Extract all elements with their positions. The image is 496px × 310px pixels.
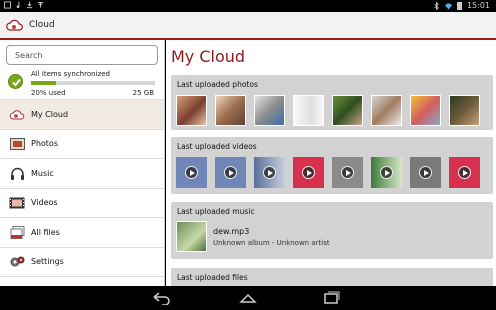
play-icon: [185, 166, 198, 179]
photo-icon: [9, 137, 25, 151]
system-nav-bar: [0, 286, 496, 310]
photo-thumbnail[interactable]: [254, 95, 285, 126]
sidebar-item-photos[interactable]: Photos: [0, 130, 164, 159]
section-header: Last uploaded videos: [177, 142, 257, 151]
photo-thumbnail[interactable]: [371, 95, 402, 126]
files-icon: [9, 225, 25, 239]
video-thumbnail[interactable]: [410, 157, 441, 188]
sidebar-item-my-cloud[interactable]: My Cloud: [0, 100, 164, 130]
app-bar: Cloud: [0, 12, 496, 40]
sidebar-item-music[interactable]: Music: [0, 159, 164, 189]
sidebar-item-label: Photos: [31, 139, 58, 149]
video-thumbnail[interactable]: [176, 157, 207, 188]
play-icon: [341, 166, 354, 179]
track-meta: Unknown album - Unknown artist: [213, 238, 330, 247]
recent-apps-icon[interactable]: [322, 291, 342, 305]
video-thumbnail[interactable]: [332, 157, 363, 188]
wifi-icon: [444, 2, 452, 9]
check-icon: [8, 74, 23, 89]
gears-icon: [9, 255, 25, 269]
status-bar: 15:01: [0, 0, 496, 12]
music-note-icon: [16, 1, 20, 9]
notification-icon: [4, 1, 11, 9]
sidebar-item-label: All files: [31, 227, 60, 237]
storage-progress-bar: [31, 81, 155, 85]
headphones-icon: [9, 166, 25, 180]
photo-thumbnail[interactable]: [410, 95, 441, 126]
photo-thumbnail[interactable]: [293, 95, 324, 126]
status-time: 15:01: [466, 1, 490, 10]
video-thumbnail[interactable]: [371, 157, 402, 188]
play-icon: [419, 166, 432, 179]
app-title: Cloud: [29, 20, 55, 30]
upload-icon: [37, 1, 44, 8]
videos-section[interactable]: Last uploaded videos: [171, 137, 493, 194]
storage-used: 20% used: [31, 89, 66, 97]
photo-thumbnail[interactable]: [449, 95, 480, 126]
music-item[interactable]: dew.mp3 Unknown album - Unknown artist: [171, 216, 493, 252]
play-icon: [302, 166, 315, 179]
files-section[interactable]: Last uploaded files: [171, 268, 493, 286]
video-thumbnail[interactable]: [215, 157, 246, 188]
film-icon: [9, 196, 25, 210]
photo-thumbnail[interactable]: [332, 95, 363, 126]
play-icon: [224, 166, 237, 179]
track-name: dew.mp3: [213, 226, 250, 236]
battery-icon: [456, 1, 462, 10]
sidebar-item-settings[interactable]: Settings: [0, 248, 164, 277]
search-input[interactable]: Search: [6, 45, 158, 65]
bluetooth-icon: [434, 1, 439, 10]
photos-section[interactable]: Last uploaded photos: [171, 75, 493, 130]
sidebar-item-label: My Cloud: [31, 109, 69, 119]
sync-status: All items synchronized 20% used 25 GB: [0, 69, 164, 100]
cloud-logo-icon[interactable]: [6, 18, 24, 32]
video-thumbnail[interactable]: [449, 157, 480, 188]
sync-text: All items synchronized: [31, 70, 110, 78]
cloud-icon: [9, 107, 25, 121]
video-thumbnail[interactable]: [293, 157, 324, 188]
sidebar-item-label: Videos: [31, 198, 58, 208]
storage-capacity: 25 GB: [132, 89, 154, 97]
download-icon: [26, 1, 33, 9]
home-icon[interactable]: [238, 291, 258, 305]
sidebar: Search All items synchronized 20% used 2…: [0, 40, 165, 286]
section-header: Last uploaded files: [177, 273, 248, 282]
album-art: [176, 221, 207, 252]
play-icon: [458, 166, 471, 179]
page-title: My Cloud: [171, 47, 246, 66]
sidebar-item-videos[interactable]: Videos: [0, 189, 164, 218]
photo-thumbnail[interactable]: [215, 95, 246, 126]
play-icon: [380, 166, 393, 179]
section-header: Last uploaded music: [177, 207, 255, 216]
music-section[interactable]: Last uploaded music dew.mp3 Unknown albu…: [171, 202, 493, 259]
main-content: My Cloud Last uploaded photos Last uploa…: [166, 40, 496, 286]
photo-thumbnail[interactable]: [176, 95, 207, 126]
section-header: Last uploaded photos: [177, 80, 258, 89]
sidebar-item-all-files[interactable]: All files: [0, 218, 164, 248]
back-icon[interactable]: [152, 291, 172, 305]
sidebar-item-label: Music: [31, 168, 54, 178]
video-thumbnail[interactable]: [254, 157, 285, 188]
sidebar-item-label: Settings: [31, 257, 64, 267]
play-icon: [263, 166, 276, 179]
